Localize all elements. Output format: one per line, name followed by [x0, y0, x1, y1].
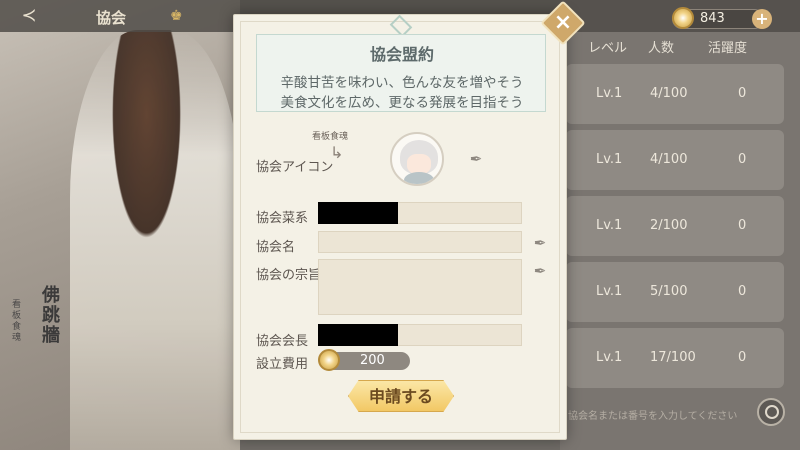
name-field[interactable] — [318, 231, 522, 253]
cost-label: 設立費用 — [256, 357, 309, 372]
close-icon[interactable]: × — [547, 7, 579, 39]
table-row[interactable]: Lv.1 4/100 0 — [566, 64, 784, 124]
page-title: 協会 — [96, 9, 127, 27]
edit-icon[interactable]: ✒ — [532, 262, 548, 280]
table-row[interactable]: Lv.1 5/100 0 — [566, 262, 784, 322]
character-subtitle: 看板食魂 — [12, 300, 22, 343]
leader-label: 協会会長 — [256, 334, 309, 349]
character-name: 佛跳牆 — [42, 285, 60, 346]
edit-icon[interactable]: ✒ — [468, 150, 484, 168]
avatar[interactable] — [390, 132, 444, 186]
table-row[interactable]: Lv.1 4/100 0 — [566, 130, 784, 190]
search-icon[interactable] — [757, 398, 785, 426]
search-input[interactable]: 協会名または番号を入力してください — [568, 407, 737, 422]
redacted-value — [318, 202, 398, 224]
character-illustration — [70, 30, 240, 450]
icon-caption: 看板食魂 — [312, 132, 349, 142]
icon-label: 協会アイコン — [256, 160, 334, 175]
header-members: 人数 — [648, 41, 675, 56]
coin-icon — [318, 349, 340, 371]
purpose-field[interactable] — [318, 259, 522, 315]
apply-button[interactable]: 申請する — [348, 380, 454, 412]
edit-icon[interactable]: ✒ — [532, 234, 548, 252]
redacted-value — [318, 324, 398, 346]
pledge-title: 協会盟約 — [369, 45, 434, 64]
cuisine-label: 協会菜系 — [256, 211, 309, 226]
table-row[interactable]: Lv.1 17/100 0 — [566, 328, 784, 388]
cost-value: 200 — [360, 353, 385, 368]
header-level: レベル — [588, 41, 628, 56]
header-activity: 活躍度 — [708, 41, 748, 56]
pledge-text-line2: 美食文化を広め、更なる発展を目指そう — [280, 95, 524, 111]
pledge-box: 協会盟約 辛酸甘苦を味わい、色んな友を増やそう 美食文化を広め、更なる発展を目指… — [256, 34, 546, 112]
coin-icon — [672, 7, 694, 29]
add-currency-button[interactable]: + — [752, 9, 772, 29]
list-header: レベル 人数 活躍度 — [560, 34, 800, 58]
name-label: 協会名 — [256, 240, 296, 255]
coin-amount: 843 — [700, 11, 725, 26]
pledge-text-line1: 辛酸甘苦を味わい、色んな友を増やそう — [280, 75, 524, 91]
purpose-label: 協会の宗旨 — [256, 268, 322, 283]
table-row[interactable]: Lv.1 2/100 0 — [566, 196, 784, 256]
back-icon[interactable]: ≺ — [18, 6, 40, 26]
crown-icon: ♚ — [170, 8, 183, 24]
